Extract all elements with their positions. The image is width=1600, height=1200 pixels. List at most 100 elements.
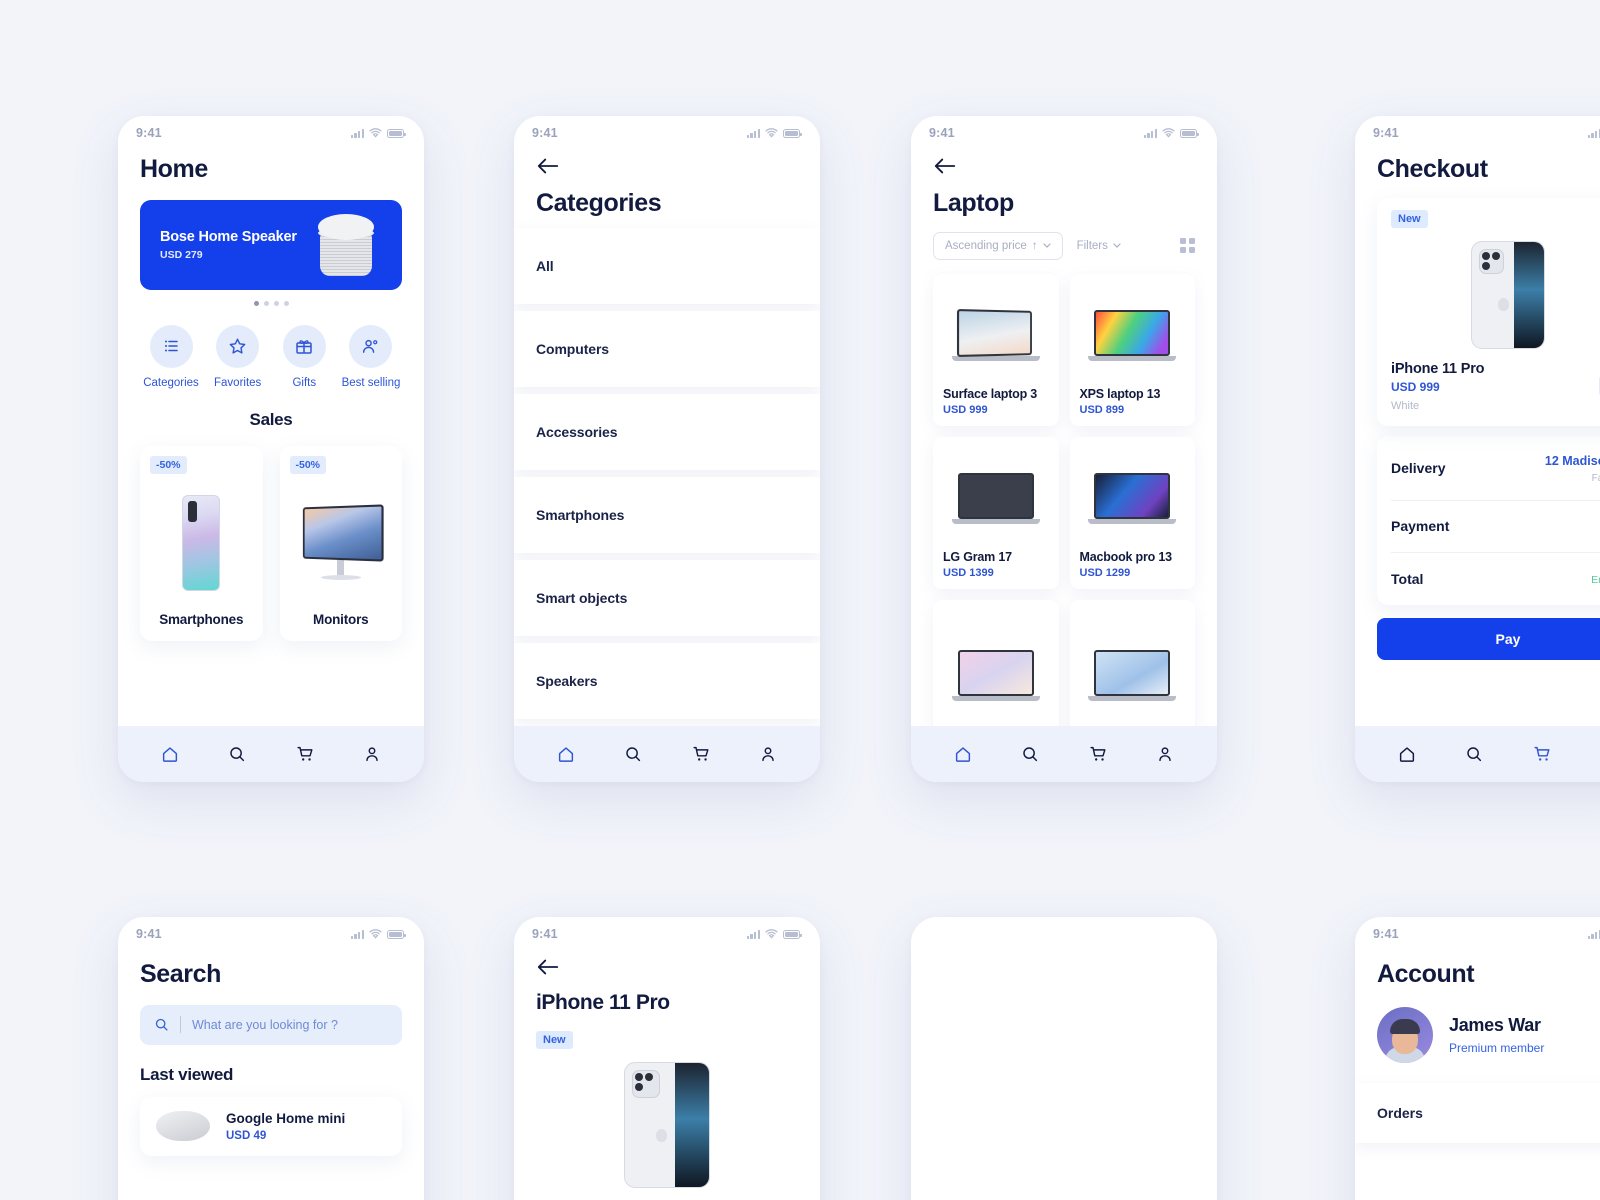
status-bar: 9:41 [514, 116, 820, 150]
sale-card-smartphones[interactable]: -50% Smartphones [140, 445, 263, 641]
checkout-summary: Delivery 12 Madison A Fast de Payment To… [1377, 435, 1600, 605]
nav-account[interactable] [1595, 740, 1600, 768]
nav-cart[interactable] [1528, 740, 1556, 768]
laptop-partial-left-image [943, 610, 1049, 727]
banner-product-name: Bose Home Speaker [160, 228, 297, 245]
sale-card-monitors[interactable]: -50% Monitors [279, 445, 402, 641]
account-row-orders[interactable]: Orders [1355, 1082, 1600, 1143]
product-card[interactable]: LG Gram 17 USD 1399 [933, 436, 1059, 589]
last-viewed-item[interactable]: Google Home mini USD 49 [140, 1096, 402, 1156]
nav-account[interactable] [1151, 740, 1179, 768]
pay-button[interactable]: Pay [1377, 617, 1600, 660]
nav-account[interactable] [358, 740, 386, 768]
quick-action-favorites[interactable]: Favorites [207, 324, 269, 389]
nav-home[interactable] [949, 740, 977, 768]
checkout-row-payment[interactable]: Payment [1391, 501, 1600, 553]
home-icon [1399, 747, 1414, 762]
battery-icon [1180, 128, 1199, 138]
lg-gram-image [943, 447, 1049, 550]
status-bar-time: 9:41 [136, 126, 162, 140]
battery-icon [783, 929, 802, 939]
quick-actions: Categories Favorites Gifts Best selling [140, 324, 402, 389]
nav-account[interactable] [754, 740, 782, 768]
chevron-down-icon [1113, 243, 1121, 248]
search-icon [626, 747, 641, 762]
nav-cart[interactable] [1084, 740, 1112, 768]
sort-dropdown[interactable]: Ascending price ↑ [933, 231, 1063, 260]
nav-home[interactable] [1393, 740, 1421, 768]
checkout-row-delivery[interactable]: Delivery 12 Madison A Fast de [1391, 436, 1600, 501]
nav-home[interactable] [552, 740, 580, 768]
person-icon [366, 747, 378, 762]
promo-banner[interactable]: Bose Home Speaker USD 279 [140, 199, 402, 290]
google-home-mini-image [156, 1111, 210, 1141]
person-icon [1159, 747, 1171, 762]
page-title: Laptop [933, 189, 1014, 217]
account-user[interactable]: James War Premium member [1377, 1006, 1600, 1063]
page-title: iPhone 11 Pro [536, 991, 670, 1014]
back-button[interactable] [536, 156, 560, 180]
sale-card-label: Smartphones [159, 611, 244, 627]
status-bar: 9:41 [1355, 917, 1600, 951]
nav-cart[interactable] [687, 740, 715, 768]
status-bar-time: 9:41 [929, 126, 955, 140]
checkout-row-total[interactable]: Total Enter a [1391, 553, 1600, 605]
row-label: Total [1391, 570, 1424, 587]
status-bar: 9:41 [118, 917, 424, 951]
quick-action-label: Favorites [214, 376, 262, 389]
product-card[interactable] [933, 599, 1059, 727]
home-icon [955, 747, 970, 762]
search-input[interactable]: What are you looking for ? [140, 1004, 402, 1045]
product-card[interactable] [1069, 599, 1195, 726]
nav-search[interactable] [1016, 740, 1044, 768]
carousel-dots[interactable] [140, 300, 402, 306]
new-badge: New [1391, 209, 1428, 228]
back-arrow-icon [537, 158, 559, 174]
nav-home[interactable] [156, 740, 184, 768]
page-title: Search [140, 960, 221, 988]
sort-arrow-icon: ↑ [1031, 239, 1038, 252]
filters-dropdown[interactable]: Filters [1077, 240, 1121, 252]
product-card[interactable]: Macbook pro 13 USD 1299 [1069, 436, 1195, 589]
nav-search[interactable] [223, 740, 251, 768]
product-card[interactable]: Surface laptop 3 USD 999 [933, 273, 1059, 426]
signal-icon [746, 929, 760, 939]
cart-icon [297, 746, 313, 761]
delivery-address: 12 Madison A [1544, 453, 1600, 468]
home-icon [162, 747, 177, 762]
category-item-speakers[interactable]: Speakers [514, 642, 820, 719]
back-button[interactable] [536, 957, 560, 981]
nav-search[interactable] [1460, 740, 1488, 768]
delivery-speed: Fast de [1591, 472, 1600, 484]
grid-view-icon[interactable] [1180, 238, 1195, 253]
quick-action-categories[interactable]: Categories [140, 324, 202, 389]
status-bar-icons [350, 929, 406, 939]
product-price: USD 999 [943, 403, 988, 416]
quick-action-label: Gifts [292, 376, 317, 389]
last-viewed-price: USD 49 [226, 1129, 267, 1142]
status-bar-icons [1587, 929, 1600, 939]
product-card[interactable]: XPS laptop 13 USD 899 [1069, 273, 1195, 426]
iphone-11-pro-image [536, 1062, 798, 1189]
category-item-accessories[interactable]: Accessories [514, 393, 820, 470]
product-detail-body: iPhone 11 Pro New [514, 951, 820, 1200]
bottom-nav [118, 726, 424, 782]
category-item-all[interactable]: All [514, 227, 820, 304]
category-item-smart-objects[interactable]: Smart objects [514, 559, 820, 636]
home-body: Home Bose Home Speaker USD 279 Categorie… [118, 150, 424, 726]
discount-badge: -50% [289, 455, 327, 474]
quick-action-gifts[interactable]: Gifts [273, 324, 335, 389]
gift-icon [282, 324, 326, 368]
category-item-smartphones[interactable]: Smartphones [514, 476, 820, 553]
nav-search[interactable] [619, 740, 647, 768]
nav-cart[interactable] [291, 740, 319, 768]
quick-action-best-selling[interactable]: Best selling [340, 324, 402, 389]
search-icon [1467, 747, 1482, 762]
product-name: XPS laptop 13 [1079, 386, 1161, 401]
product-price: USD 1399 [943, 566, 994, 579]
category-item-computers[interactable]: Computers [514, 310, 820, 387]
back-button[interactable] [933, 156, 957, 180]
category-list: All Computers Accessories Smartphones Sm… [514, 227, 820, 719]
row-label: Payment [1391, 518, 1450, 534]
row-label: Delivery [1391, 459, 1446, 476]
